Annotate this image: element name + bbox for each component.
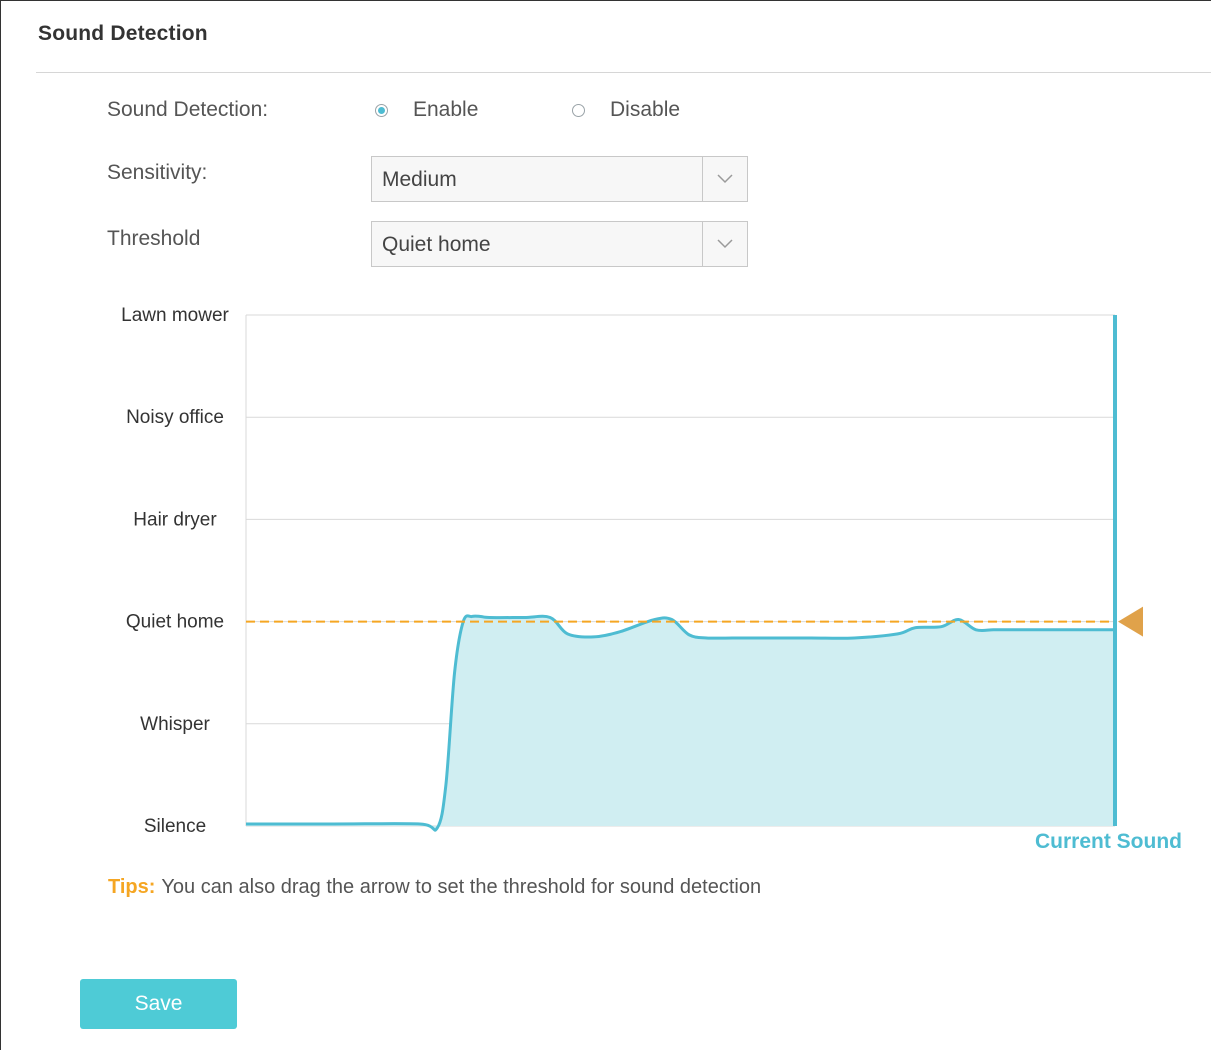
sensitivity-dropdown-toggle[interactable] bbox=[702, 157, 747, 201]
chevron-down-icon bbox=[717, 239, 733, 249]
threshold-dropdown-toggle[interactable] bbox=[702, 222, 747, 266]
disable-radio-button[interactable] bbox=[572, 103, 585, 117]
y-tick-label: Lawn mower bbox=[121, 305, 229, 326]
y-tick-label: Quiet home bbox=[126, 612, 224, 633]
section-divider bbox=[36, 72, 1211, 73]
enable-radio-button[interactable] bbox=[375, 103, 388, 117]
tips-text: You can also drag the arrow to set the t… bbox=[161, 876, 762, 898]
threshold-selected-value: Quiet home bbox=[382, 233, 491, 256]
threshold-select[interactable]: Quiet home bbox=[371, 221, 748, 267]
y-tick-label: Silence bbox=[144, 816, 206, 837]
y-tick-label: Whisper bbox=[140, 714, 210, 735]
sensitivity-selected-value: Medium bbox=[382, 168, 457, 191]
current-sound-label: Current Sound bbox=[1035, 830, 1182, 853]
y-tick-label: Noisy office bbox=[126, 407, 224, 428]
y-tick-label: Hair dryer bbox=[133, 509, 217, 530]
sound-detection-label: Sound Detection: bbox=[107, 98, 269, 121]
sensitivity-select[interactable]: Medium bbox=[371, 156, 748, 202]
save-button[interactable]: Save bbox=[80, 979, 237, 1029]
threshold-label: Threshold bbox=[107, 227, 201, 250]
threshold-drag-arrow[interactable] bbox=[1118, 606, 1143, 637]
enable-radio-label: Enable bbox=[413, 98, 479, 121]
sensitivity-label: Sensitivity: bbox=[107, 161, 208, 184]
chevron-down-icon bbox=[717, 174, 733, 184]
tips-message: Tips: You can also drag the arrow to set … bbox=[108, 876, 761, 899]
tips-label: Tips: bbox=[108, 876, 156, 898]
section-title: Sound Detection bbox=[38, 22, 208, 45]
enable-radio-option[interactable]: Enable bbox=[375, 98, 478, 122]
sound-level-chart: Silence Whisper Quiet home Hair dryer Noisy … bbox=[121, 305, 1182, 853]
frame-top-border bbox=[0, 0, 1211, 1]
sound-level-area bbox=[246, 615, 1115, 831]
disable-radio-label: Disable bbox=[610, 98, 681, 121]
disable-radio-option[interactable]: Disable bbox=[572, 98, 680, 122]
